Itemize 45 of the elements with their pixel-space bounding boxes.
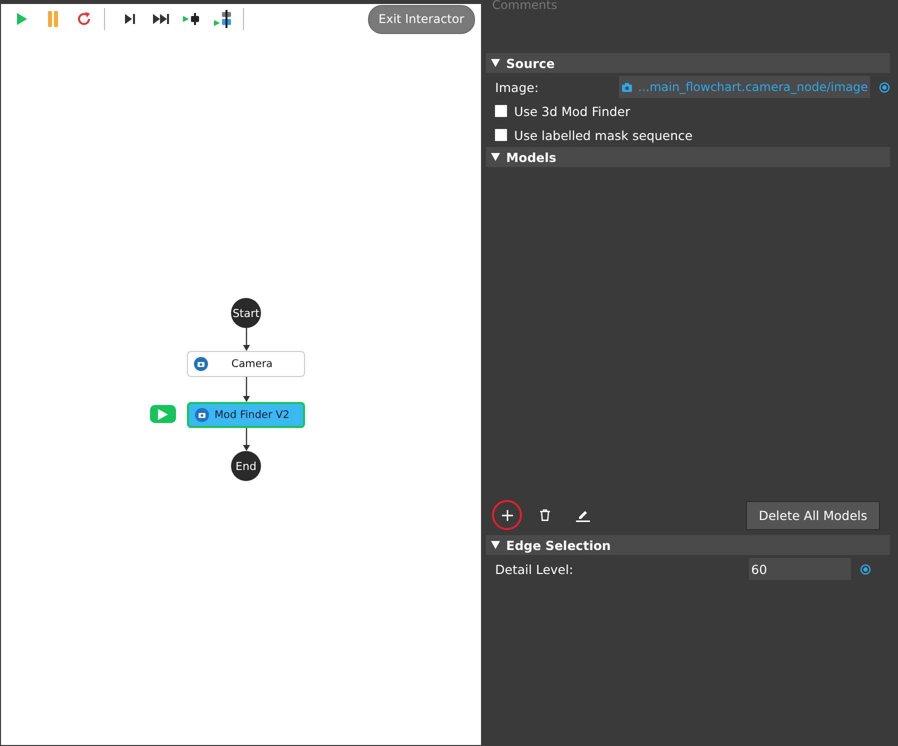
- comments-label: Comments: [491, 0, 558, 14]
- add-button[interactable]: [492, 500, 522, 530]
- fast-forward-icon: [152, 13, 170, 25]
- process-node[interactable]: Camera: [187, 351, 305, 377]
- checkbox-label: Use labelled mask sequence: [514, 128, 693, 142]
- process-node[interactable]: Mod Finder V2: [187, 402, 305, 428]
- play-icon: [158, 408, 168, 420]
- trash-icon: [540, 509, 550, 521]
- play-icon: [16, 12, 28, 26]
- field-label: Image:: [495, 80, 540, 94]
- field-label: Detail Level:: [495, 562, 574, 576]
- step-into-icon: [213, 10, 233, 28]
- camera-icon: [195, 408, 209, 422]
- checkbox-label: Use 3d Mod Finder: [514, 104, 630, 118]
- exit-interactor-button[interactable]: Exit Interactor: [368, 4, 476, 34]
- node-label: Mod Finder V2: [214, 409, 290, 421]
- terminal-node[interactable]: End: [231, 451, 261, 481]
- expand-triangle-icon: [491, 541, 500, 549]
- checkbox[interactable]: [495, 129, 508, 141]
- camera-icon: [194, 357, 208, 371]
- connector-arrow: [243, 428, 250, 451]
- node-label: Camera: [230, 358, 274, 370]
- expand-triangle-icon: [491, 59, 500, 67]
- section-title: Models: [506, 150, 556, 164]
- section-header[interactable]: Models: [486, 147, 890, 167]
- delete-all-models-button[interactable]: Delete All Models: [746, 500, 880, 530]
- step-icon: [124, 13, 136, 25]
- section-title: Source: [506, 56, 555, 70]
- link-target-icon[interactable]: [860, 564, 872, 574]
- connector-arrow: [243, 377, 250, 402]
- step-over-icon: [182, 13, 202, 25]
- section-header[interactable]: Source: [486, 53, 890, 73]
- camera-icon: [622, 82, 632, 92]
- connector-arrow: [243, 328, 250, 351]
- restart-icon: [76, 11, 92, 27]
- plus-icon: [502, 510, 513, 520]
- section-title: Edge Selection: [506, 538, 611, 552]
- pencil-icon: [576, 508, 590, 522]
- terminal-node[interactable]: Start: [231, 298, 261, 328]
- checkbox[interactable]: [495, 105, 508, 117]
- expand-triangle-icon: [491, 153, 500, 161]
- pause-icon: [47, 11, 59, 27]
- link-target-icon[interactable]: [879, 82, 890, 92]
- section-header[interactable]: Edge Selection: [486, 535, 890, 555]
- detail-level-input[interactable]: 60: [749, 558, 852, 580]
